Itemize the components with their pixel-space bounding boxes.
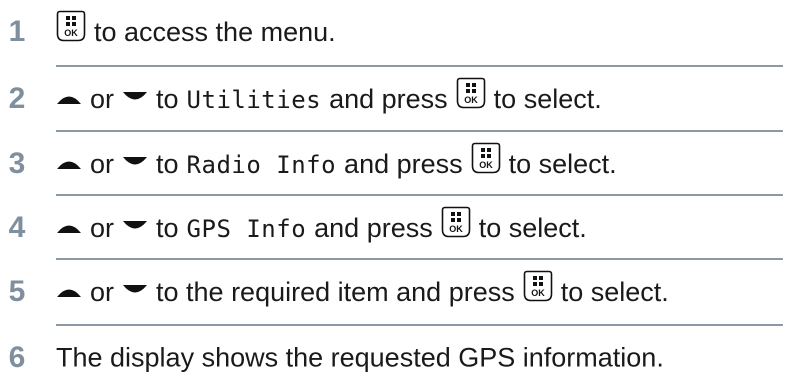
- instruction-text: and press: [314, 212, 433, 243]
- instruction-text: to: [156, 83, 179, 114]
- menu-ok-button-icon: OK: [441, 206, 471, 238]
- step-2: 2 or to Utilities and press OK to select.: [0, 67, 785, 131]
- menu-item-name: GPS Info: [186, 215, 307, 243]
- step-instruction: or to Utilities and press OK to select.: [56, 77, 602, 115]
- instruction-text: The display shows the requested GPS info…: [56, 342, 664, 373]
- menu-ok-button-icon: OK: [456, 77, 486, 109]
- instruction-text: or: [90, 276, 115, 307]
- step-instruction: OK to access the menu.: [56, 10, 336, 48]
- menu-ok-button-icon: OK: [471, 142, 501, 174]
- step-instruction: The display shows the requested GPS info…: [56, 342, 664, 373]
- ok-label: OK: [64, 28, 78, 38]
- menu-ok-button-icon: OK: [523, 270, 553, 302]
- menu-item-name: Utilities: [186, 86, 322, 114]
- instruction-text: to access the menu.: [94, 16, 336, 47]
- instruction-text: to: [156, 148, 179, 179]
- up-arrow-icon: [56, 284, 82, 298]
- instruction-text: to the required item and press: [156, 276, 515, 307]
- instruction-text: to select.: [560, 276, 669, 307]
- step-instruction: or to the required item and press OK to sel…: [56, 270, 669, 308]
- ok-label: OK: [531, 288, 545, 298]
- step-3: 3 or to Radio Info and press OK to select.: [0, 132, 785, 196]
- step-instruction: or to GPS Info and press OK to select.: [56, 206, 587, 244]
- down-arrow-icon: [122, 284, 148, 298]
- step-divider: [56, 130, 783, 132]
- ok-label: OK: [464, 95, 478, 105]
- down-arrow-icon: [122, 156, 148, 170]
- instruction-text: to: [156, 212, 179, 243]
- up-arrow-icon: [56, 91, 82, 105]
- step-number: 6: [8, 341, 26, 374]
- step-number: 1: [8, 15, 26, 48]
- step-number: 5: [8, 275, 26, 308]
- step-instruction: or to Radio Info and press OK to select.: [56, 142, 617, 180]
- step-number: 4: [8, 211, 26, 244]
- up-arrow-icon: [56, 220, 82, 234]
- down-arrow-icon: [122, 220, 148, 234]
- instruction-text: to select.: [478, 212, 587, 243]
- step-number: 3: [8, 147, 26, 180]
- instruction-text: and press: [344, 148, 463, 179]
- instruction-text: or: [90, 212, 115, 243]
- step-1: 1 OK to access the menu.: [0, 0, 785, 64]
- ok-label: OK: [449, 224, 463, 234]
- menu-item-name: Radio Info: [186, 151, 337, 179]
- step-divider: [56, 194, 783, 196]
- instruction-text: and press: [329, 83, 448, 114]
- step-5: 5 or to the required item and press OK to se…: [0, 260, 785, 324]
- step-divider: [56, 65, 783, 67]
- instruction-text: or: [90, 83, 115, 114]
- menu-ok-button-icon: OK: [56, 10, 86, 42]
- step-divider: [56, 258, 783, 260]
- instruction-text: to select.: [508, 148, 617, 179]
- instruction-text: to select.: [493, 83, 602, 114]
- step-6: 6 The display shows the requested GPS inf…: [0, 326, 785, 390]
- step-4: 4 or to GPS Info and press OK to select.: [0, 196, 785, 260]
- step-number: 2: [8, 82, 26, 115]
- instruction-text: or: [90, 148, 115, 179]
- ok-label: OK: [479, 160, 493, 170]
- up-arrow-icon: [56, 156, 82, 170]
- down-arrow-icon: [122, 91, 148, 105]
- step-divider: [56, 324, 783, 326]
